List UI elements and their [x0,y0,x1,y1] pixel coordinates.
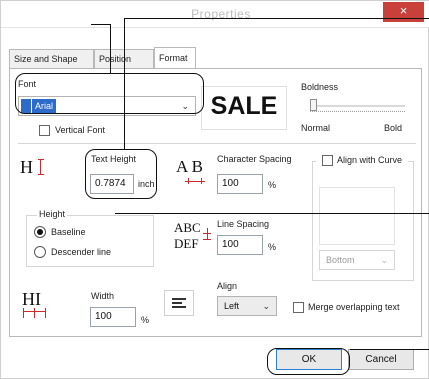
ok-callout [267,348,350,375]
height-group [26,215,154,267]
char-spacing-input[interactable]: 100 [217,174,263,194]
merge-overlapping-checkbox[interactable] [293,302,304,313]
boldness-label: Boldness [301,82,339,92]
line-spacing-input[interactable]: 100 [217,235,263,255]
height-leader-line [115,213,429,215]
boldness-slider[interactable] [310,99,405,115]
font-leader-top [91,24,111,26]
slider-ticks [310,111,405,114]
tab-format[interactable]: Format [154,47,196,68]
align-left-icon[interactable] [164,290,194,316]
font-callout [15,73,204,114]
align-select[interactable]: Left ⌄ [217,296,277,316]
text-height-leader-vertical [124,18,126,150]
tab-size-and-shape[interactable]: Size and Shape [9,49,94,69]
align-label: Align [217,281,238,291]
font-preview: SALE [201,86,287,130]
vertical-font-checkbox[interactable] [39,125,50,136]
align-with-curve-header: Align with Curve [316,154,408,168]
properties-dialog: Properties × Size and Shape Position For… [0,0,429,379]
align-with-curve-checkbox[interactable] [322,155,333,166]
line-spacing-icon: ABC DEF [174,220,214,254]
descender-line-radio[interactable] [34,246,46,258]
slider-thumb[interactable] [310,99,317,111]
curve-preview [319,187,395,245]
slider-track [310,105,405,107]
align-value: Left [224,301,240,311]
chevron-down-icon: ⌄ [262,301,270,311]
boldness-max-label: Bold [384,123,403,133]
vertical-font-label: Vertical Font [55,125,106,135]
title-bar: Properties × [1,1,429,28]
text-height-callout [85,149,157,199]
text-height-icon: H [20,157,48,179]
curve-align-value: Bottom [326,255,355,265]
curve-align-select[interactable]: Bottom ⌄ [319,250,395,270]
descender-line-label: Descender line [51,247,112,257]
ok-leader-line [350,349,429,351]
chevron-down-icon: ⌄ [380,255,388,265]
boldness-min-label: Normal [301,123,331,133]
line-spacing-unit: % [268,242,277,252]
width-label: Width [91,291,115,301]
height-group-legend: Height [37,209,68,219]
cancel-button[interactable]: Cancel [348,349,414,370]
char-spacing-label: Character Spacing [217,154,292,164]
width-unit: % [141,315,150,325]
char-spacing-icon: A B [176,157,212,187]
width-input[interactable]: 100 [90,307,136,327]
baseline-radio[interactable] [34,226,46,238]
line-spacing-label: Line Spacing [217,219,270,229]
char-spacing-unit: % [268,180,277,190]
text-height-leader-top [124,18,429,20]
font-preview-text: SALE [210,92,278,120]
font-leader-line [110,24,112,74]
tab-strip: Size and Shape Position Format [9,47,421,69]
separator [18,143,416,144]
merge-overlapping-label: Merge overlapping text [308,302,400,312]
align-with-curve-label: Align with Curve [337,155,403,165]
baseline-label: Baseline [51,227,86,237]
width-icon: HI [22,289,48,323]
